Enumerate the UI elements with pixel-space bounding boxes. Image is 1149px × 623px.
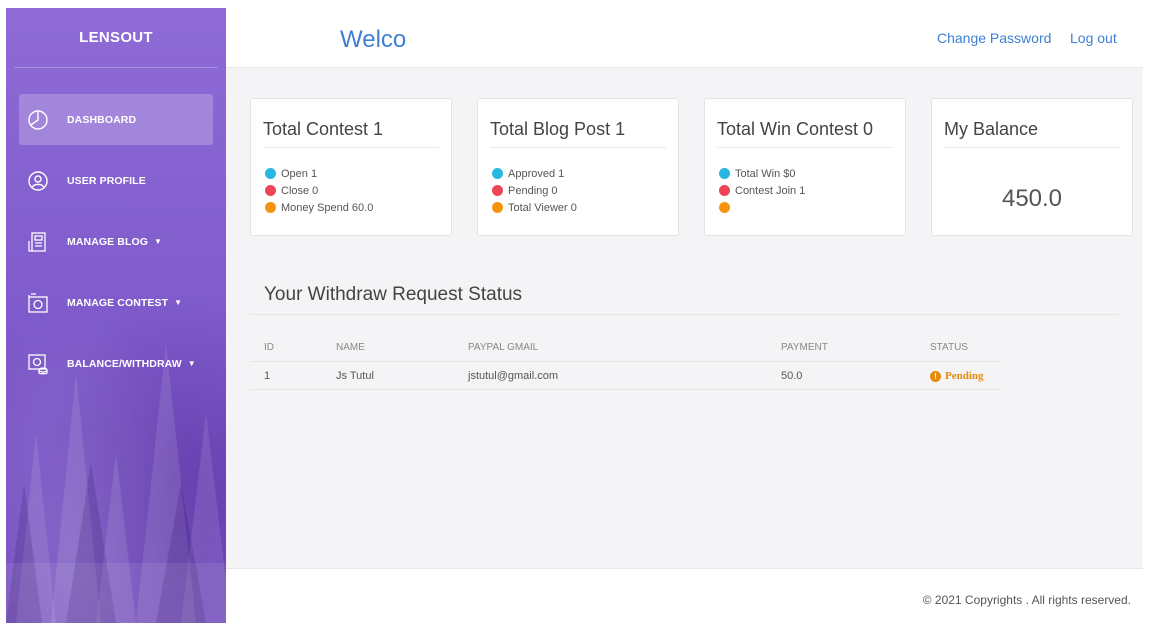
table-row: 1 Js Tutul jstutul@gmail.com 50.0 ! Pend… — [250, 362, 1000, 390]
sidebar-item-label: DASHBOARD — [67, 113, 137, 126]
status-dot-icon — [492, 185, 503, 196]
table-header-row: ID NAME PAYPAL GMAIL PAYMENT STATUS — [250, 334, 1000, 362]
stat-card-my-balance: My Balance 450.0 — [931, 98, 1133, 236]
stat-row: Open 1 — [265, 165, 373, 182]
status-dot-icon — [719, 185, 730, 196]
chevron-down-icon: ▼ — [154, 237, 162, 246]
money-withdraw-icon — [25, 351, 51, 377]
stat-row: Pending 0 — [492, 182, 577, 199]
sidebar-item-user-profile[interactable]: USER PROFILE — [19, 155, 213, 206]
stat-text: Total Viewer 0 — [508, 201, 577, 214]
blog-document-icon — [25, 229, 51, 255]
card-title: Total Win Contest 0 — [717, 119, 874, 139]
status-dot-icon — [265, 185, 276, 196]
copyright-text: © 2021 Copyrights . All rights reserved. — [922, 593, 1131, 607]
stat-row: Close 0 — [265, 182, 373, 199]
balance-value: 450.0 — [1001, 185, 1063, 212]
card-divider — [263, 147, 439, 148]
cell-id: 1 — [264, 370, 271, 382]
column-header-status: STATUS — [930, 342, 968, 353]
column-header-id: ID — [264, 342, 274, 353]
stat-text: Open 1 — [281, 167, 318, 180]
exclamation-circle-icon: ! — [930, 370, 941, 382]
cell-email: jstutul@gmail.com — [468, 370, 559, 382]
sidebar-item-label: BALANCE/WITHDRAW — [67, 357, 182, 370]
camera-icon — [25, 290, 51, 316]
status-dot-icon — [492, 168, 503, 179]
stat-text: Close 0 — [281, 184, 319, 197]
status-dot-icon — [719, 202, 730, 213]
column-header-payment: PAYMENT — [781, 342, 828, 353]
card-divider — [717, 147, 893, 148]
card-title: Total Contest 1 — [263, 119, 384, 139]
sidebar-nav: DASHBOARD USER PROFILE MANAGE BLOG ▼ MAN… — [6, 94, 226, 389]
card-title: Total Blog Post 1 — [490, 119, 626, 139]
sidebar-item-manage-contest[interactable]: MANAGE CONTEST ▼ — [19, 277, 213, 328]
footer: © 2021 Copyrights . All rights reserved. — [226, 568, 1143, 623]
cell-name: Js Tutul — [336, 370, 374, 382]
sidebar-item-dashboard[interactable]: DASHBOARD — [19, 94, 213, 145]
stat-row: Total Win $0 — [719, 165, 805, 182]
status-badge: ! Pending — [930, 370, 984, 382]
status-dot-icon — [265, 202, 276, 213]
chevron-down-icon: ▼ — [187, 359, 196, 368]
stat-text: Money Spend 60.0 — [281, 201, 374, 214]
sidebar-item-label: USER PROFILE — [67, 174, 146, 187]
stat-card-total-win-contest: Total Win Contest 0 Total Win $0 Contest… — [704, 98, 906, 236]
status-dot-icon — [265, 168, 276, 179]
stat-text: Pending 0 — [508, 184, 558, 197]
stat-row — [719, 199, 805, 216]
cell-payment: 50.0 — [781, 370, 803, 382]
sidebar: LENSOUT DASHBOARD USER PROFILE MANAGE BL… — [6, 8, 226, 623]
status-dot-icon — [719, 168, 730, 179]
stat-row: Money Spend 60.0 — [265, 199, 373, 216]
stat-text: Total Win $0 — [735, 167, 796, 180]
status-dot-icon — [492, 202, 503, 213]
sidebar-item-manage-blog[interactable]: MANAGE BLOG ▼ — [19, 216, 213, 267]
status-text: Pending — [945, 370, 984, 382]
stat-row: Approved 1 — [492, 165, 577, 182]
welcome-text: Welco — [340, 26, 407, 53]
stat-text: Approved 1 — [508, 167, 565, 180]
column-header-paypal-gmail: PAYPAL GMAIL — [468, 342, 539, 353]
user-circle-icon — [25, 168, 51, 194]
stat-row: Total Viewer 0 — [492, 199, 577, 216]
logout-link[interactable]: Log out — [1070, 30, 1117, 46]
main-content: Total Contest 1 Open 1 Close 0 Money Spe… — [226, 68, 1143, 568]
stat-row: Contest Join 1 — [719, 182, 805, 199]
sidebar-item-label: MANAGE BLOG — [67, 235, 149, 248]
withdraw-section-title: Your Withdraw Request Status — [264, 284, 523, 305]
card-divider — [944, 147, 1120, 148]
column-header-name: NAME — [336, 342, 365, 353]
top-header: Welco Change Password Log out — [226, 8, 1143, 68]
section-divider — [250, 314, 1119, 315]
card-divider — [490, 147, 666, 148]
stat-card-total-contest: Total Contest 1 Open 1 Close 0 Money Spe… — [250, 98, 452, 236]
stat-text: Contest Join 1 — [735, 184, 806, 197]
pie-chart-icon — [25, 107, 51, 133]
card-title: My Balance — [944, 119, 1039, 139]
sidebar-item-balance-withdraw[interactable]: BALANCE/WITHDRAW ▼ — [19, 338, 213, 389]
withdraw-table: ID NAME PAYPAL GMAIL PAYMENT STATUS 1 Js… — [250, 334, 1000, 390]
chevron-down-icon: ▼ — [174, 298, 183, 307]
sidebar-item-label: MANAGE CONTEST — [67, 296, 169, 309]
change-password-link[interactable]: Change Password — [937, 30, 1051, 46]
brand-logo-text[interactable]: LENSOUT — [14, 8, 218, 68]
stat-card-total-blog-post: Total Blog Post 1 Approved 1 Pending 0 T… — [477, 98, 679, 236]
